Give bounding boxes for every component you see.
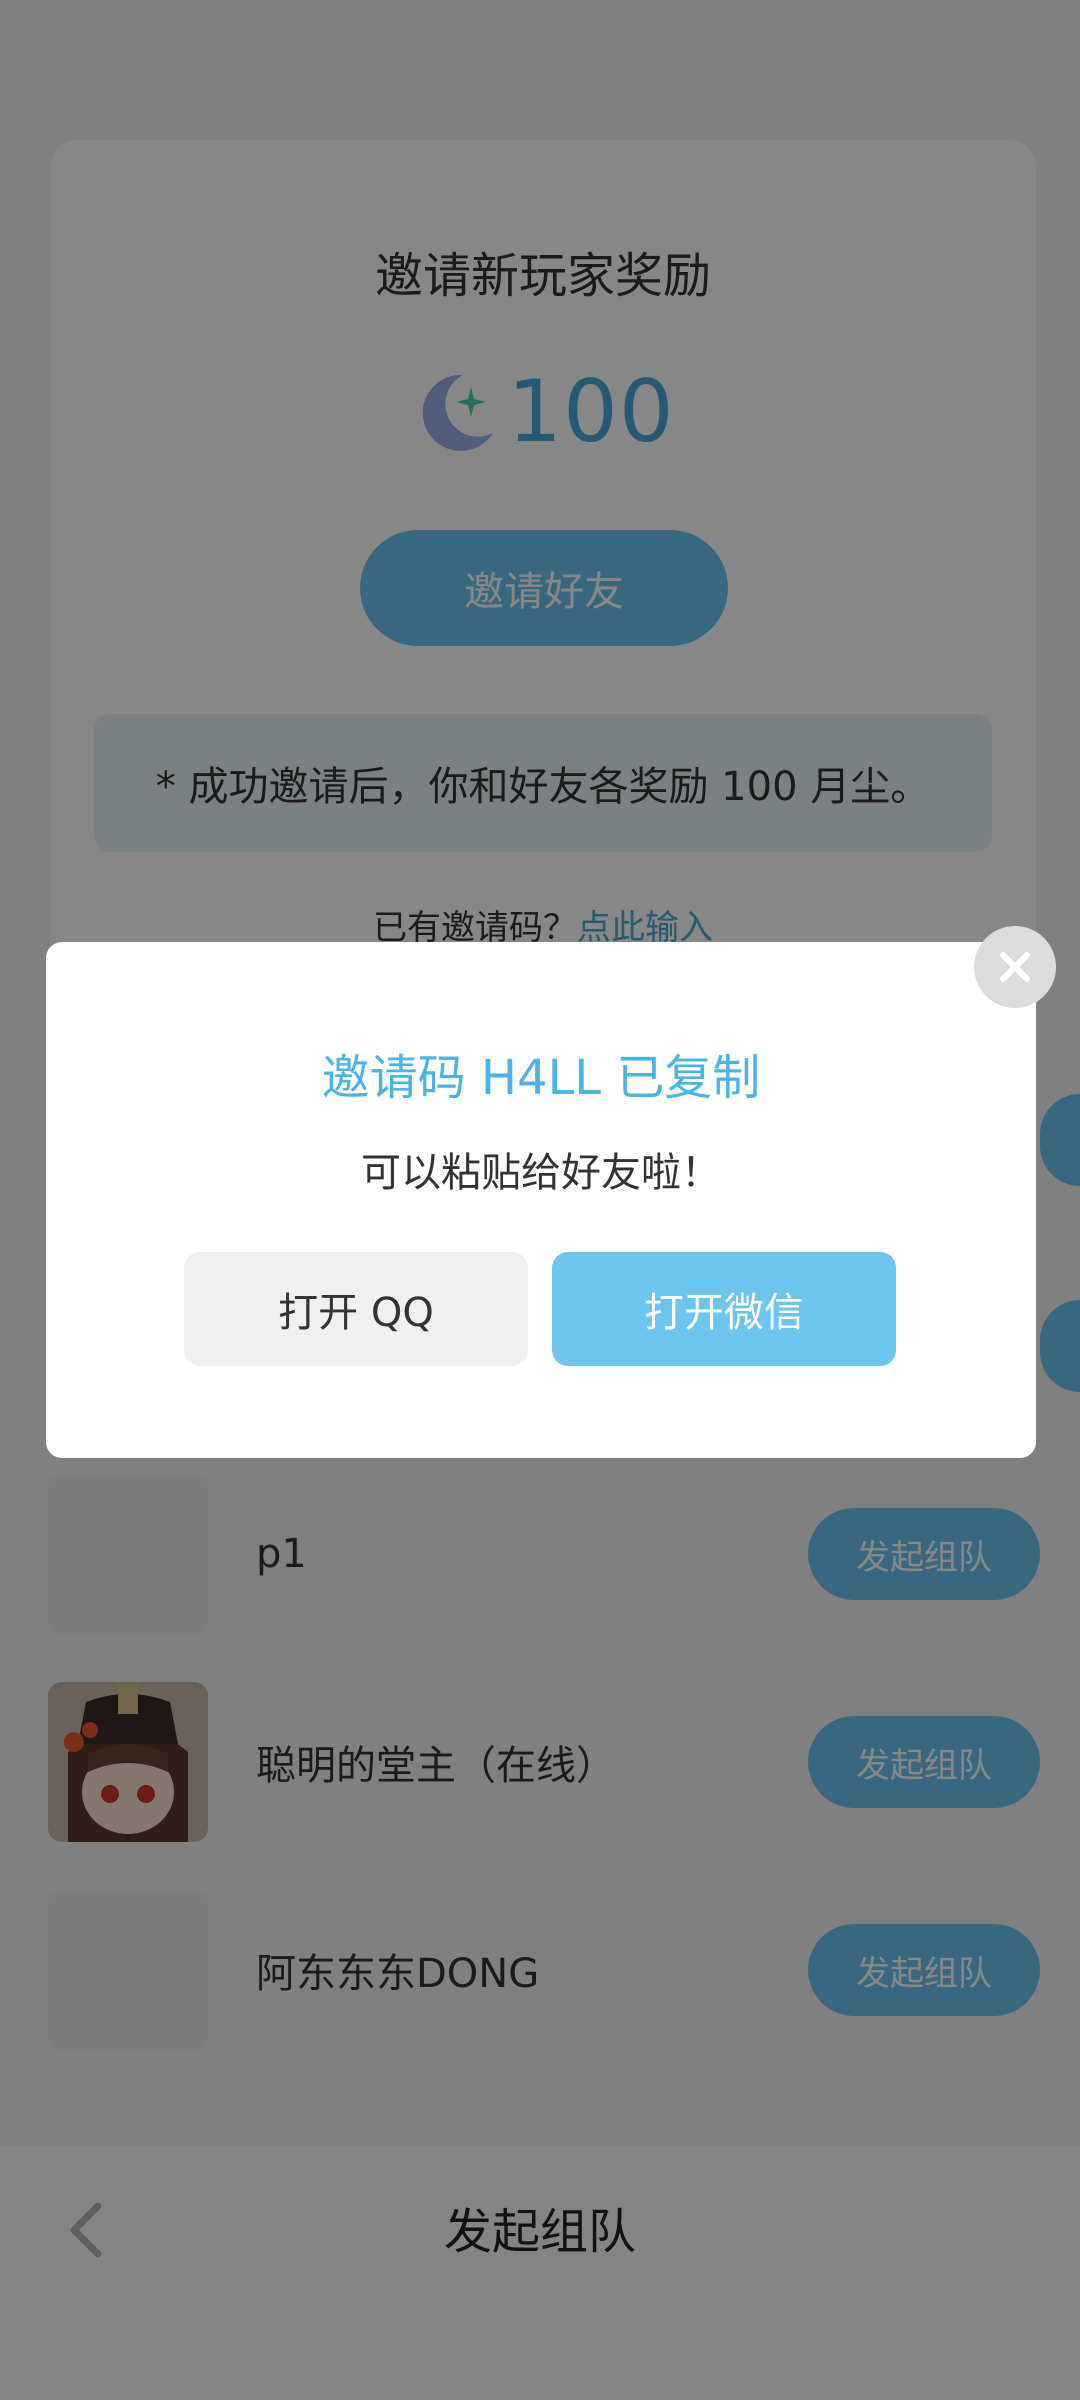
code-copied-dialog: 邀请码 H4LL 已复制 可以粘贴给好友啦！ 打开 QQ 打开微信	[46, 942, 1036, 1458]
team-invite-page: 邀请新玩家奖励 100 邀请好友 * 成功邀请后，你和好友各奖励 100 月尘。…	[0, 0, 1080, 2400]
dialog-subtitle: 可以粘贴给好友啦！	[361, 1150, 721, 1196]
dialog-close-button[interactable]	[974, 926, 1056, 1008]
close-icon	[1000, 952, 1030, 982]
open-wechat-button[interactable]: 打开微信	[552, 1252, 896, 1366]
open-qq-button[interactable]: 打开 QQ	[184, 1252, 528, 1366]
dialog-title: 邀请码 H4LL 已复制	[321, 1050, 761, 1106]
